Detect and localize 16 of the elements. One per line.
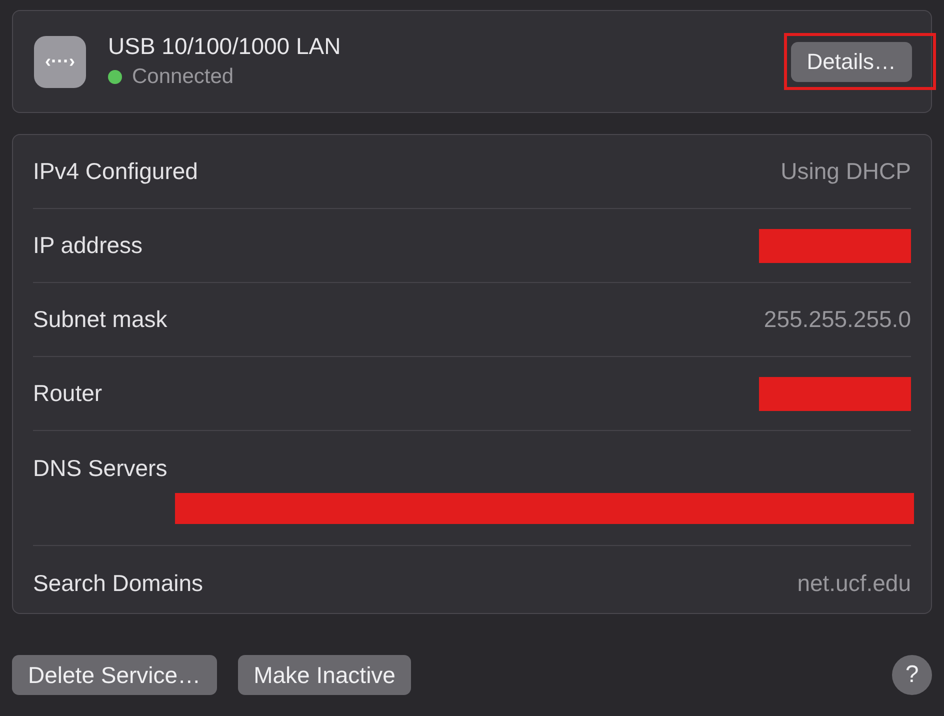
row-label: Search Domains <box>33 568 204 598</box>
help-button[interactable]: ? <box>892 655 932 695</box>
row-label: IPv4 Configured <box>33 157 198 186</box>
row-label: Router <box>33 379 102 408</box>
row-value: net.ucf.edu <box>797 568 911 598</box>
status-text: Connected <box>132 64 234 90</box>
ethernet-icon: ‹···› <box>34 36 86 88</box>
details-button[interactable]: Details… <box>790 42 912 82</box>
action-button[interactable]: Delete Service… <box>12 655 217 695</box>
row-value: 255.255.255.0 <box>764 305 911 334</box>
row-label: IP address <box>33 231 143 260</box>
row-value: Using DHCP <box>780 157 911 186</box>
row-label: Subnet mask <box>33 305 168 334</box>
service-name: USB 10/100/1000 LAN <box>108 32 341 61</box>
action-button[interactable]: Make Inactive <box>238 655 412 695</box>
row-label: DNS Servers <box>33 454 168 483</box>
